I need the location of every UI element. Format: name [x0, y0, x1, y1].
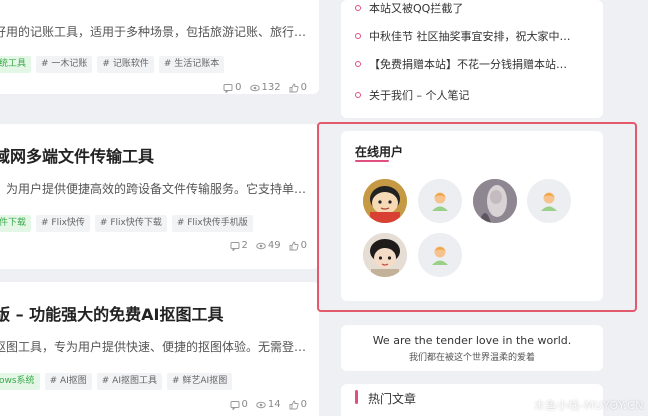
post-card[interactable]: 好用的记账工具，适用于多种场景，包括旅游记账、旅行… 统工具 # 一木记账 # … — [0, 0, 319, 94]
post-tag[interactable]: # AI抠图 — [44, 373, 92, 390]
section-marker — [355, 390, 358, 404]
online-users-widget: 在线用户 — [341, 131, 603, 301]
bullet-icon — [355, 92, 361, 98]
post-excerpt: ，为用户提供便捷高效的跨设备文件传输服务。它支持单… — [0, 182, 307, 196]
news-item-title: 本站又被QQ拦截了 — [369, 2, 464, 15]
news-item[interactable]: 本站又被QQ拦截了 — [355, 0, 463, 16]
bullet-icon — [355, 5, 361, 11]
avatar[interactable] — [473, 179, 517, 223]
post-title[interactable]: 版 – 功能强大的免费AI抠图工具 — [0, 301, 223, 325]
news-item[interactable]: 【免费捐赠本站】不花一分钱捐赠本站… — [355, 56, 567, 72]
like-count[interactable]: 0 — [289, 82, 307, 93]
avatar[interactable] — [363, 179, 407, 223]
sidebar-news-list: 本站又被QQ拦截了 中秋佳节 社区抽奖事宜安排，祝大家中… 【免费捐赠本站】不花… — [341, 0, 603, 118]
view-count: 132 — [249, 82, 281, 93]
post-tags: ows系统 # AI抠图 # AI抠图工具 # 鲜艺AI抠图 — [0, 373, 233, 390]
post-tag[interactable]: # Flix快传手机版 — [171, 215, 253, 232]
post-tags: 件下载 # Flix快传 # Flix快传下载 # Flix快传手机版 — [0, 215, 253, 232]
thumbs-up-icon — [289, 241, 299, 250]
post-tag[interactable]: ows系统 — [0, 373, 40, 390]
thumbs-up-icon — [289, 400, 299, 409]
post-tag[interactable]: # 记账软件 — [97, 56, 154, 73]
default-avatar-icon — [418, 233, 462, 277]
default-avatar-icon — [527, 179, 571, 223]
watermark: 木鱼小栈-MUYOY.CN — [533, 399, 644, 412]
post-tag[interactable]: # AI抠图工具 — [96, 373, 162, 390]
online-users-title: 在线用户 — [355, 145, 404, 159]
comment-count: 2 — [230, 240, 248, 251]
cartoon-avatar-icon — [363, 179, 407, 223]
post-tag[interactable]: # 鲜艺AI抠图 — [167, 373, 233, 390]
avatar[interactable] — [527, 179, 571, 223]
post-tags: 统工具 # 一木记账 # 记账软件 # 生活记账本 — [0, 56, 225, 73]
bullet-icon — [355, 61, 361, 67]
photo-avatar-icon — [473, 179, 517, 223]
title-underline — [355, 160, 389, 162]
news-item-title: 中秋佳节 社区抽奖事宜安排，祝大家中… — [369, 30, 571, 43]
post-tag[interactable]: # Flix快传下载 — [94, 215, 167, 232]
news-item-title: 关于我们 – 个人笔记 — [369, 89, 470, 102]
comment-icon — [230, 241, 240, 251]
like-count[interactable]: 0 — [289, 399, 307, 410]
default-avatar-icon — [418, 179, 462, 223]
comment-icon — [230, 400, 240, 410]
comment-count: 0 — [223, 82, 242, 93]
eye-icon — [256, 401, 266, 408]
post-excerpt: 抠图工具，专为用户提供快速、便捷的抠图体验。无需登… — [0, 340, 307, 354]
quote-widget: We are the tender love in the world. 我们都… — [341, 325, 603, 371]
quote-english: We are the tender love in the world. — [372, 334, 572, 347]
post-stats: 0 132 0 — [223, 82, 307, 93]
avatar[interactable] — [418, 233, 462, 277]
post-title[interactable]: 域网多端文件传输工具 — [0, 143, 154, 167]
post-tag[interactable]: # Flix快传 — [36, 215, 90, 232]
hot-articles-title: 热门文章 — [368, 392, 417, 406]
comment-icon — [223, 83, 233, 93]
avatar[interactable] — [418, 179, 462, 223]
post-stats: 2 49 0 — [230, 240, 307, 251]
news-item-title: 【免费捐赠本站】不花一分钱捐赠本站… — [369, 58, 567, 71]
post-excerpt: 好用的记账工具，适用于多种场景，包括旅游记账、旅行… — [0, 25, 307, 39]
news-item[interactable]: 关于我们 – 个人笔记 — [355, 87, 470, 103]
post-stats: 0 14 0 — [230, 399, 307, 410]
comment-count: 0 — [230, 399, 248, 410]
post-card[interactable]: 版 – 功能强大的免费AI抠图工具 抠图工具，专为用户提供快速、便捷的抠图体验。… — [0, 282, 319, 416]
post-tag[interactable]: 件下载 — [0, 215, 32, 232]
quote-chinese: 我们都在被这个世界温柔的爱着 — [408, 353, 535, 363]
post-tag[interactable]: 统工具 — [0, 56, 32, 73]
post-tag[interactable]: # 生活记账本 — [158, 56, 225, 73]
like-count[interactable]: 0 — [289, 240, 307, 251]
avatar[interactable] — [363, 233, 407, 277]
eye-icon — [256, 242, 266, 249]
eye-icon — [249, 84, 260, 91]
bullet-icon — [355, 33, 361, 39]
view-count: 14 — [256, 399, 281, 410]
post-card[interactable]: 域网多端文件传输工具 ，为用户提供便捷高效的跨设备文件传输服务。它支持单… 件下… — [0, 124, 319, 269]
news-item[interactable]: 中秋佳节 社区抽奖事宜安排，祝大家中… — [355, 28, 571, 44]
thumbs-up-icon — [289, 83, 299, 92]
cartoon-avatar-icon — [363, 233, 407, 277]
view-count: 49 — [256, 240, 281, 251]
post-tag[interactable]: # 一木记账 — [36, 56, 93, 73]
